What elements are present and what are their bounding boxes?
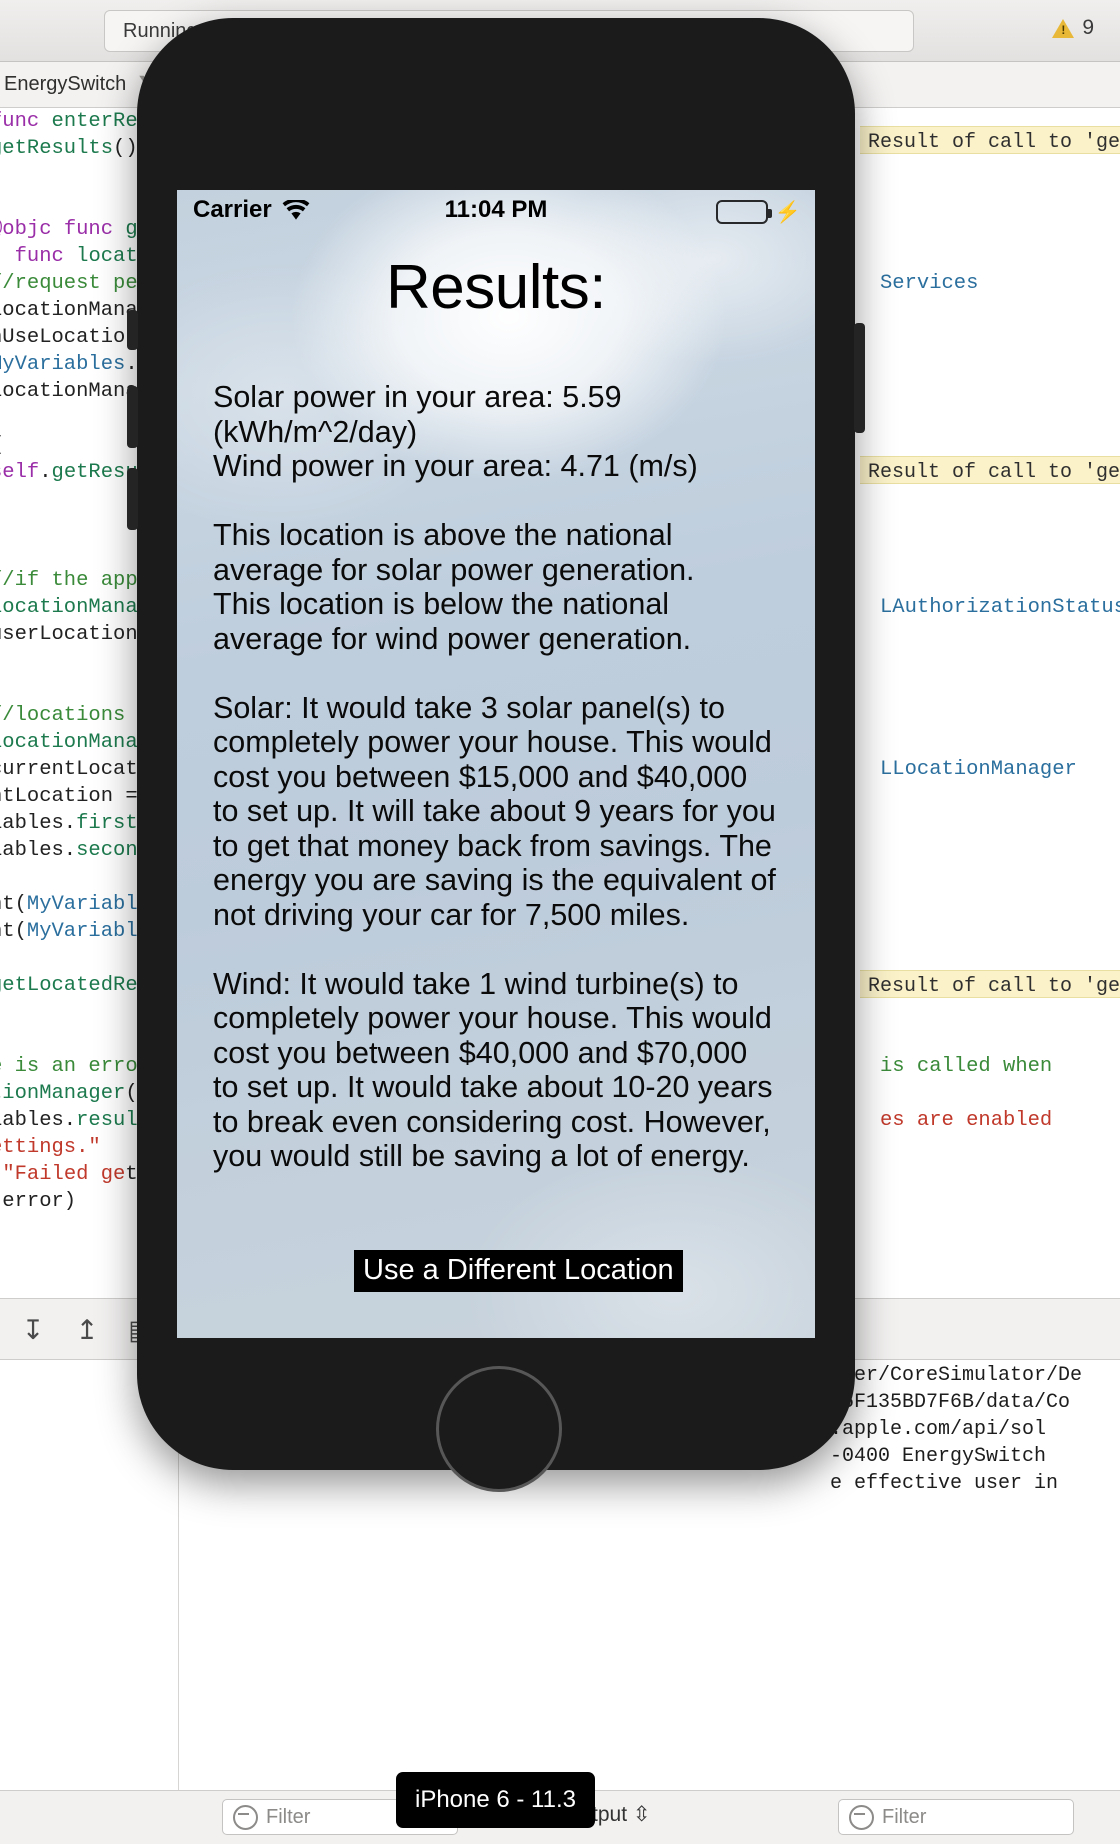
home-button[interactable]: [436, 1366, 562, 1492]
warning-banner: Result of call to 'getLoc: [860, 970, 1120, 998]
power-button[interactable]: [854, 323, 865, 433]
warning-triangle-icon: [1052, 18, 1075, 38]
code-line: (error): [0, 1190, 77, 1213]
results-text: Solar power in your area: 5.59 (kWh/m^2/…: [213, 380, 776, 1173]
filter-icon: [233, 1804, 258, 1830]
code-line: ("Failed get: [0, 1163, 138, 1186]
code-line: getResults(): [0, 137, 138, 160]
code-line: {: [0, 432, 2, 459]
console-output[interactable]: oper/CoreSimulator/De 46F135BD7F6B/data/…: [830, 1362, 1120, 1502]
status-bar-right: ⚡: [715, 200, 801, 224]
warning-indicator[interactable]: 9: [1052, 16, 1094, 40]
device-name-text: iPhone 6 - 11.3: [414, 1786, 576, 1813]
output-label: tput: [592, 1803, 628, 1826]
iphone-simulator-device: Carrier 11:04 PM ⚡ Results: Solar power …: [127, 18, 865, 1492]
ios-status-bar: Carrier 11:04 PM ⚡: [177, 190, 815, 230]
code-line: ettings.": [0, 1136, 101, 1159]
filter-placeholder-left: Filter: [266, 1805, 311, 1828]
battery-cap: [767, 209, 772, 218]
simulator-screen[interactable]: Carrier 11:04 PM ⚡ Results: Solar power …: [177, 190, 815, 1338]
code-note: LLocationManager: [880, 758, 1077, 781]
warning-banner: Result of call to 'getRes: [860, 456, 1120, 484]
output-selector[interactable]: tput ⇳: [592, 1802, 650, 1827]
code-note: LAuthorizationStatus: [880, 596, 1120, 619]
battery-icon: [715, 200, 772, 224]
upload-icon[interactable]: ↥: [72, 1315, 102, 1345]
warning-count: 9: [1082, 16, 1094, 39]
code-line: self.getResu: [0, 461, 138, 484]
clock-label: 11:04 PM: [444, 196, 548, 223]
lightning-bolt-icon: ⚡: [774, 200, 801, 224]
breadcrumb-item-0[interactable]: EnergySwitch: [4, 73, 126, 96]
code-note: Services: [880, 272, 979, 295]
warning-banner: Result of call to 'getRes: [860, 126, 1120, 154]
code-note: es are enabled: [880, 1109, 1053, 1132]
code-note: is called when: [880, 1055, 1053, 1078]
volume-down-button[interactable]: [127, 468, 138, 530]
filter-icon-right: [849, 1804, 874, 1830]
device-name-label: iPhone 6 - 11.3: [396, 1772, 595, 1828]
use-different-location-button[interactable]: Use a Different Location: [354, 1250, 683, 1293]
silent-switch[interactable]: [127, 310, 138, 350]
code-line: e is an error: [0, 1055, 150, 1078]
volume-up-button[interactable]: [127, 386, 138, 448]
download-icon[interactable]: ↧: [18, 1315, 48, 1345]
filter-placeholder-right: Filter: [882, 1805, 927, 1828]
filter-input-right[interactable]: Filter: [838, 1799, 1074, 1835]
chevron-updown-icon: ⇳: [632, 1803, 651, 1826]
page-title: Results:: [386, 253, 606, 322]
